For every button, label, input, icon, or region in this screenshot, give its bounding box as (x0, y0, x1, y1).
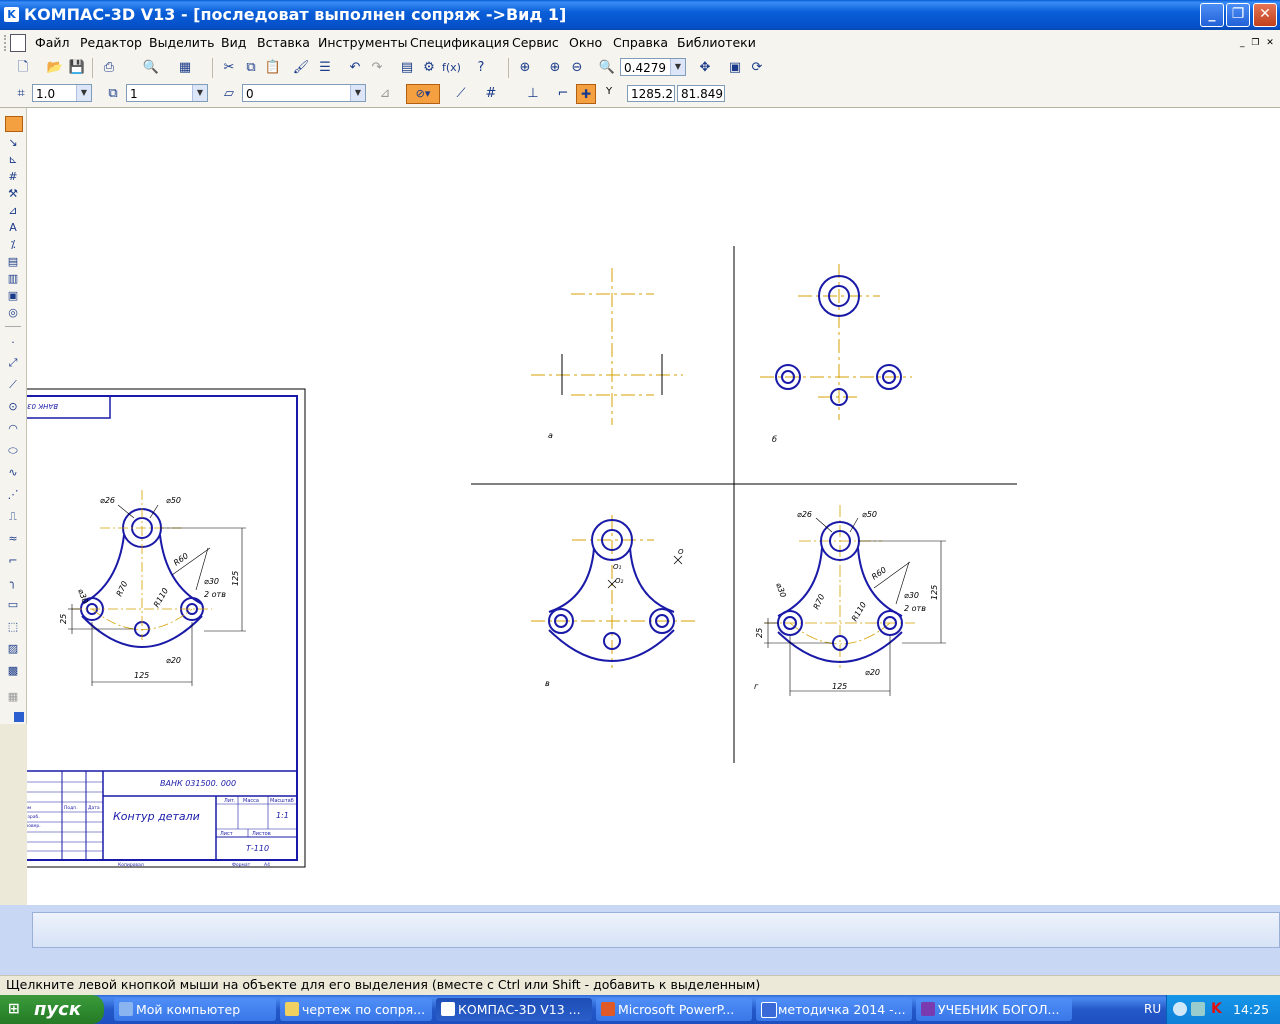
task-label: чертеж по сопря... (302, 1002, 426, 1017)
view-g-label: г (754, 682, 759, 691)
view-a-axes[interactable] (531, 268, 683, 425)
task-folder[interactable]: чертеж по сопря... (280, 998, 432, 1021)
row-podp: Подп. (64, 805, 78, 811)
task-my-computer[interactable]: Мой компьютер (114, 998, 276, 1021)
sheet-header: Лист (220, 831, 233, 837)
svg-text:R60: R60 (172, 551, 190, 567)
svg-text:⌀20: ⌀20 (166, 656, 181, 665)
format-value: А4 (264, 862, 270, 868)
view-b-label: б (772, 435, 777, 444)
view-v-axes (531, 515, 695, 668)
stamp-code: ВАНК 031500. 000 (160, 779, 236, 788)
lit-header: Лит. (224, 798, 236, 804)
svg-text:R110: R110 (152, 586, 170, 609)
svg-text:2 отв: 2 отв (904, 604, 926, 613)
center-o2-label: O₂ (615, 577, 624, 585)
svg-text:125: 125 (930, 585, 939, 600)
view-g-axes (765, 505, 915, 668)
part-name: Контур детали (113, 810, 200, 823)
svg-text:⌀30: ⌀30 (774, 582, 788, 599)
svg-text:125: 125 (231, 571, 240, 586)
task-label: УЧЕБНИК БОГОЛ... (938, 1002, 1060, 1017)
language-indicator[interactable]: RU (1144, 1002, 1161, 1016)
view-v-label: в (545, 679, 550, 688)
view-g-dimension-labels: ⌀26 ⌀50 R60 R70 R110 ⌀30 ⌀30 2 отв ⌀20 1… (755, 510, 939, 691)
svg-text:⌀26: ⌀26 (100, 496, 115, 505)
drawing-svg: ВАНК 031500 000 ВАНК 031500. 000 Контур … (0, 246, 1017, 868)
computer-icon (119, 1002, 133, 1016)
svg-text:⌀20: ⌀20 (865, 668, 880, 677)
mass-header: Масса (243, 798, 259, 804)
svg-text:⌀30: ⌀30 (904, 591, 919, 600)
pdf-icon (921, 1002, 935, 1016)
svg-text:⌀26: ⌀26 (797, 510, 812, 519)
task-kompas[interactable]: КОМПАС-3D V13 ... (436, 998, 592, 1021)
svg-text:R70: R70 (812, 593, 827, 611)
svg-text:125: 125 (832, 682, 847, 691)
dimension-labels-sheet: ⌀26 ⌀50 R60 R70 R110 ⌀30 ⌀30 2 отв ⌀20 1… (59, 496, 240, 680)
kompas-icon (441, 1002, 455, 1016)
center-o-label: O (678, 548, 684, 556)
quadrant-lines (471, 246, 1017, 763)
row-data: Дата (88, 805, 100, 811)
rotated-sheet-code: ВАНК 031500 000 (0, 402, 58, 410)
start-button[interactable]: ⊞ пуск (0, 995, 104, 1024)
task-label: КОМПАС-3D V13 ... (458, 1002, 581, 1017)
task-label: методичка 2014 -... (778, 1002, 906, 1017)
start-label: пуск (34, 999, 82, 1020)
svg-text:R110: R110 (850, 600, 868, 623)
svg-text:⌀50: ⌀50 (166, 496, 181, 505)
status-hint: Щелкните левой кнопкой мыши на объекте д… (6, 977, 761, 992)
task-label: Microsoft PowerP... (618, 1002, 735, 1017)
group-value: Т-110 (246, 844, 269, 853)
powerpoint-icon (601, 1002, 615, 1016)
svg-text:⌀30: ⌀30 (76, 588, 90, 605)
row-razrab: Разраб. (22, 814, 40, 820)
folder-icon (285, 1002, 299, 1016)
copied-label: Копировал (118, 862, 144, 868)
scale-value: 1:1 (276, 811, 289, 820)
svg-text:R60: R60 (870, 565, 888, 581)
row-prov: Провер. (22, 823, 41, 829)
task-textbook[interactable]: УЧЕБНИК БОГОЛ... (916, 998, 1072, 1021)
svg-text:⌀30: ⌀30 (204, 577, 219, 586)
svg-text:2 отв: 2 отв (204, 590, 226, 599)
center-o1-label: O₁ (613, 563, 622, 571)
windows-logo-icon: ⊞ (8, 1001, 20, 1017)
antivirus-icon[interactable]: K (1211, 1001, 1222, 1017)
svg-text:R70: R70 (115, 580, 130, 598)
scale-header: Масштаб (270, 798, 294, 804)
clock: 14:25 (1233, 1002, 1270, 1017)
format-label: Формат (232, 862, 251, 868)
task-word-doc[interactable]: методичка 2014 -... (756, 998, 912, 1021)
tray-arrow-icon[interactable] (1173, 1002, 1187, 1016)
row-izm: Изм (22, 805, 31, 811)
axis-lines-sheet (72, 490, 212, 640)
task-powerpoint[interactable]: Microsoft PowerP... (596, 998, 752, 1021)
svg-text:25: 25 (59, 614, 68, 624)
svg-text:125: 125 (134, 671, 149, 680)
svg-text:25: 25 (755, 628, 764, 638)
view-a-label: а (548, 431, 553, 440)
taskbar: ⊞ пуск Мой компьютер чертеж по сопря... … (0, 995, 1280, 1024)
word-icon (761, 1002, 777, 1018)
sheets-header: Листов (252, 831, 271, 837)
task-label: Мой компьютер (136, 1002, 241, 1017)
network-icon[interactable] (1191, 1002, 1205, 1016)
svg-text:⌀50: ⌀50 (862, 510, 877, 519)
property-panel-content[interactable] (32, 912, 1280, 948)
